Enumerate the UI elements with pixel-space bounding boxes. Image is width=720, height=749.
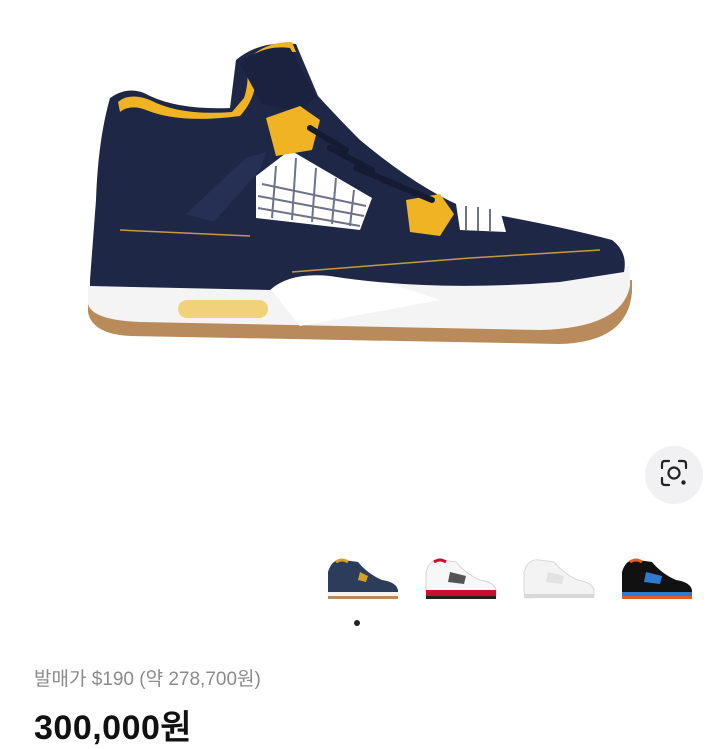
sale-price: 300,000원 bbox=[34, 709, 193, 747]
thumbnail-cactus-jack[interactable] bbox=[616, 550, 696, 606]
thumbnail-pure-money[interactable] bbox=[518, 550, 598, 606]
product-main-image[interactable] bbox=[0, 0, 720, 420]
visual-search-button[interactable] bbox=[645, 446, 703, 504]
retail-price-label: 발매가 $190 (약 278,700원) bbox=[34, 669, 261, 690]
image-pagination bbox=[354, 620, 360, 626]
pagination-dot-active[interactable] bbox=[354, 620, 360, 626]
thumbnail-fire-red[interactable] bbox=[420, 550, 500, 606]
thumbnail-dunk-from-above[interactable] bbox=[322, 550, 402, 606]
visual-search-icon bbox=[659, 458, 689, 493]
thumbnail-strip bbox=[318, 550, 708, 606]
